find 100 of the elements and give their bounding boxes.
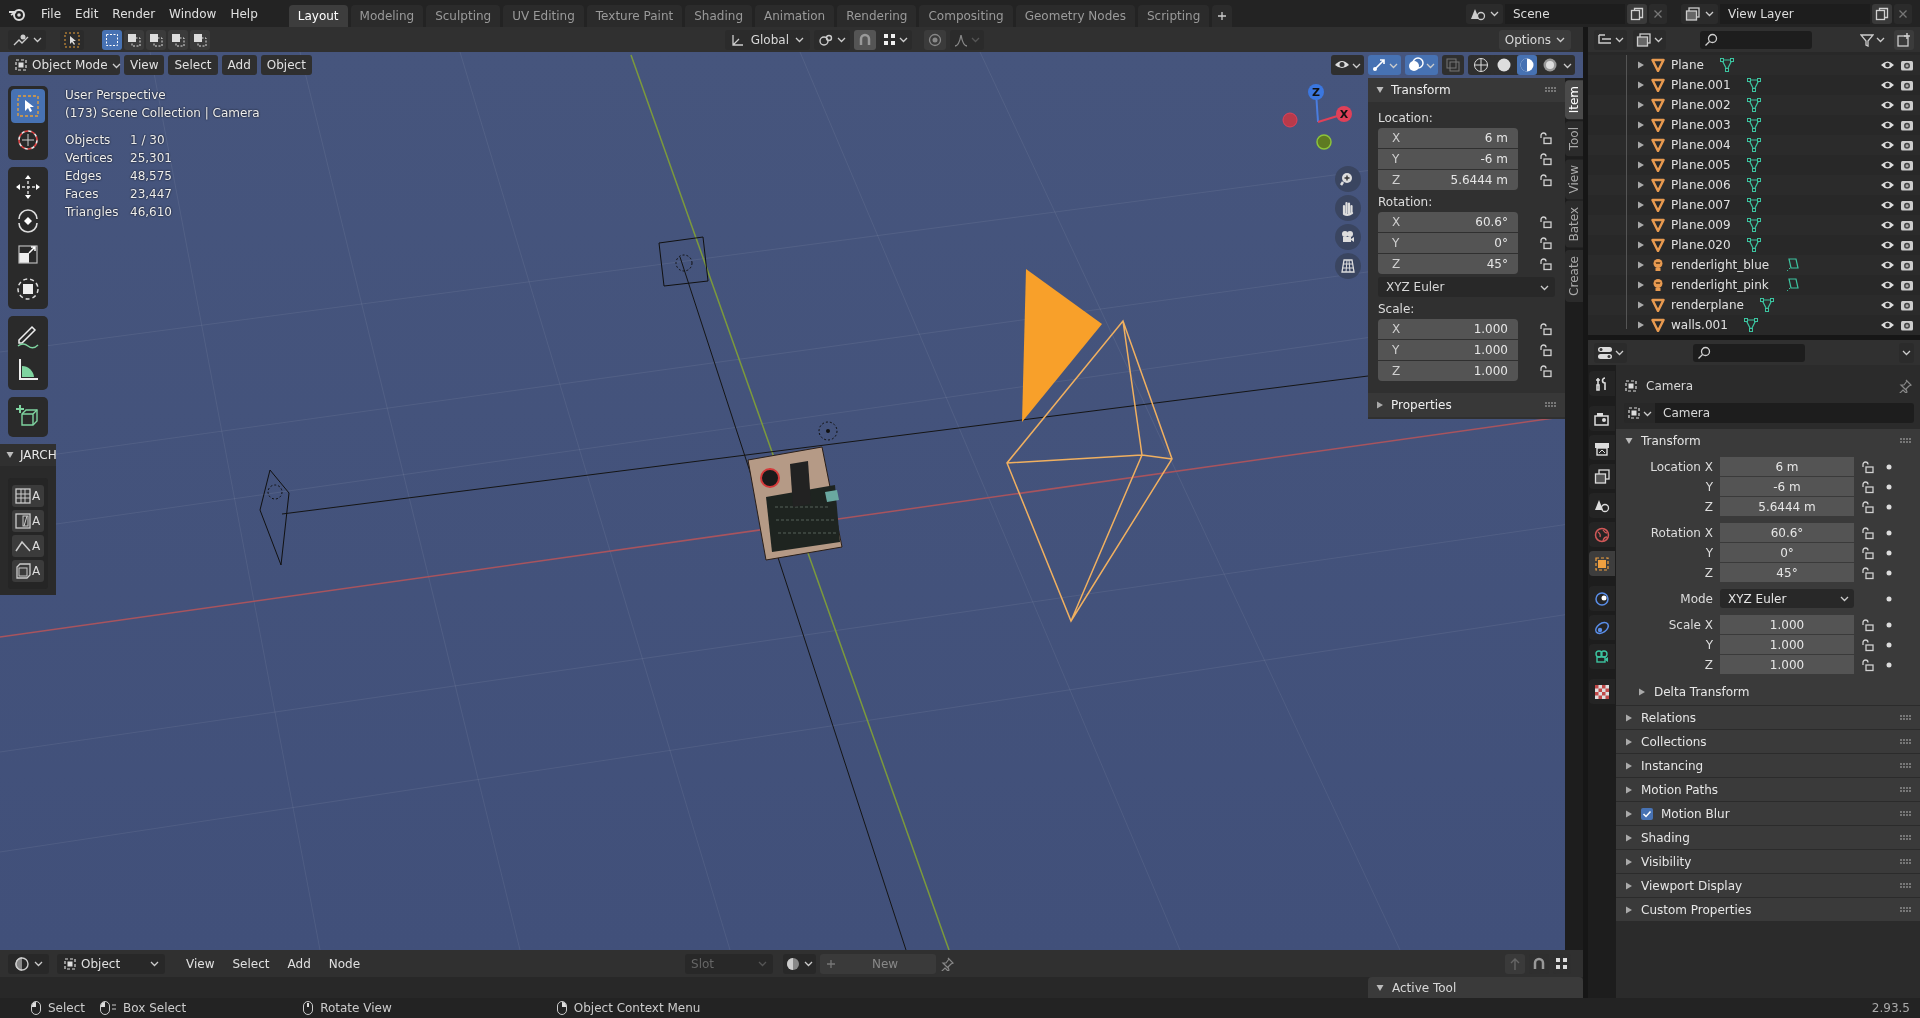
panel-header[interactable]: Active Tool	[1368, 977, 1583, 998]
display-mode-button[interactable]	[1633, 29, 1666, 50]
mode-dropdown[interactable]: XYZ Euler	[1720, 589, 1854, 608]
tool-tab[interactable]	[1589, 371, 1615, 396]
physics-tab[interactable]	[1589, 586, 1615, 611]
options-button[interactable]	[1899, 342, 1914, 363]
projection-button[interactable]	[1335, 253, 1361, 279]
close-button[interactable]	[1894, 3, 1912, 24]
panel-header[interactable]: Visibility	[1616, 850, 1920, 873]
menu-item[interactable]: Help	[223, 6, 265, 21]
object-name-field[interactable]: Camera	[1655, 403, 1914, 423]
panel-header[interactable]: Shading	[1616, 826, 1920, 849]
sidebar-tab[interactable]: Batex	[1565, 201, 1583, 248]
camera-view-button[interactable]	[1335, 224, 1361, 250]
workspace-tab[interactable]: Shading	[685, 5, 752, 27]
workspace-tab[interactable]: Modeling	[350, 5, 424, 27]
menu-button[interactable]: View	[124, 55, 165, 75]
number-field[interactable]: Y -6 m	[1378, 149, 1518, 169]
rendered-shading-button[interactable]	[1540, 55, 1560, 75]
orientation-dropdown[interactable]: Global	[724, 29, 810, 50]
panel-header[interactable]: Instancing	[1616, 754, 1920, 777]
view-layer-field[interactable]: View Layer	[1720, 3, 1870, 24]
sidebar-tab[interactable]: Tool	[1565, 121, 1583, 157]
view-layer-selector[interactable]	[1681, 3, 1718, 24]
number-field[interactable]: 5.6444 m	[1720, 497, 1854, 516]
solid-shading-button[interactable]	[1494, 55, 1514, 75]
close-button[interactable]	[1649, 3, 1667, 24]
number-field[interactable]: 1.000	[1720, 655, 1854, 674]
sidebar-tab[interactable]: View	[1565, 158, 1583, 200]
material-browse-button[interactable]	[783, 953, 817, 974]
selection-mode-button[interactable]	[146, 29, 166, 50]
parent-node-button[interactable]	[1505, 953, 1525, 974]
number-field[interactable]: 6 m	[1720, 457, 1854, 476]
view-layer-tab[interactable]	[1589, 464, 1615, 489]
menu-button[interactable]: Add	[221, 55, 257, 75]
menu-item[interactable]: File	[34, 6, 69, 21]
number-field[interactable]: X 1.000	[1378, 319, 1518, 339]
shader-type-dropdown[interactable]: Object	[57, 953, 165, 974]
menu-button[interactable]: Object	[260, 55, 312, 75]
snap-dropdown[interactable]	[880, 29, 912, 50]
editor-type-button[interactable]	[8, 29, 46, 50]
panel-header[interactable]: Motion Blur	[1616, 802, 1920, 825]
search-field[interactable]	[1693, 343, 1805, 362]
mode-dropdown[interactable]: Object Mode	[8, 55, 120, 75]
panel-header[interactable]: Collections	[1616, 730, 1920, 753]
number-field[interactable]: Y 0°	[1378, 233, 1518, 253]
add-workspace-button[interactable]	[1212, 5, 1233, 27]
workspace-tab[interactable]: Animation	[755, 5, 835, 27]
data-tab[interactable]	[1589, 644, 1615, 669]
menu-item[interactable]: Edit	[68, 6, 106, 21]
scene-tab[interactable]	[1589, 493, 1615, 518]
pivot-dropdown[interactable]	[814, 29, 850, 50]
addon-button[interactable]: A	[12, 510, 44, 532]
output-tab[interactable]	[1589, 435, 1615, 460]
texture-tab[interactable]	[1589, 679, 1615, 704]
selection-mode-button[interactable]	[168, 29, 188, 50]
snap-toggle[interactable]	[854, 29, 876, 50]
checkbox[interactable]	[1641, 807, 1653, 820]
number-field[interactable]: Z 5.6444 m	[1378, 170, 1518, 190]
workspace-tab[interactable]: Texture Paint	[586, 5, 683, 27]
wireframe-shading-button[interactable]	[1471, 55, 1491, 75]
active-tool-button[interactable]	[60, 29, 84, 50]
number-field[interactable]: -6 m	[1720, 477, 1854, 496]
visibility-button[interactable]	[1331, 55, 1364, 75]
object-tab[interactable]	[1589, 551, 1615, 576]
menu-item[interactable]: Window	[162, 6, 224, 21]
scene-selector[interactable]	[1466, 3, 1503, 24]
number-field[interactable]: Z 1.000	[1378, 361, 1518, 381]
constraints-tab[interactable]	[1589, 615, 1615, 640]
duplicate-button[interactable]	[1627, 3, 1647, 24]
material-shading-button[interactable]	[1517, 55, 1537, 75]
number-field[interactable]: Z 45°	[1378, 254, 1518, 274]
workspace-tab[interactable]: Geometry Nodes	[1015, 5, 1135, 27]
menu-button[interactable]: Select	[223, 956, 279, 971]
selection-mode-button[interactable]	[124, 29, 144, 50]
number-field[interactable]: X 6 m	[1378, 128, 1518, 148]
editor-type-button[interactable]	[1594, 29, 1627, 50]
menu-button[interactable]: Add	[278, 956, 320, 971]
menu-item[interactable]: Render	[105, 6, 163, 21]
sidebar-tab[interactable]: Item	[1565, 80, 1583, 120]
panel-header[interactable]: Motion Paths	[1616, 778, 1920, 801]
number-field[interactable]: 45°	[1720, 563, 1854, 582]
panel-header[interactable]: Custom Properties	[1616, 898, 1920, 921]
number-field[interactable]: 60.6°	[1720, 523, 1854, 542]
menu-button[interactable]: Select	[168, 55, 218, 75]
menu-button[interactable]: View	[177, 956, 224, 971]
rotation-mode-dropdown[interactable]: XYZ Euler	[1378, 277, 1555, 297]
selection-mode-button[interactable]	[102, 29, 122, 50]
menu-button[interactable]: Node	[319, 956, 370, 971]
number-field[interactable]: Y 1.000	[1378, 340, 1518, 360]
select-box-tool[interactable]	[11, 89, 45, 123]
selection-mode-button[interactable]	[190, 29, 210, 50]
workspace-tab[interactable]: Rendering	[837, 5, 917, 27]
number-field[interactable]: 1.000	[1720, 615, 1854, 634]
editor-type-button[interactable]	[8, 953, 49, 974]
gizmo-button[interactable]	[1368, 55, 1401, 75]
workspace-tab[interactable]: Sculpting	[426, 5, 501, 27]
options-dropdown[interactable]: Options	[1498, 29, 1571, 50]
zoom-button[interactable]	[1335, 166, 1361, 192]
addon-button[interactable]: A	[12, 485, 44, 507]
